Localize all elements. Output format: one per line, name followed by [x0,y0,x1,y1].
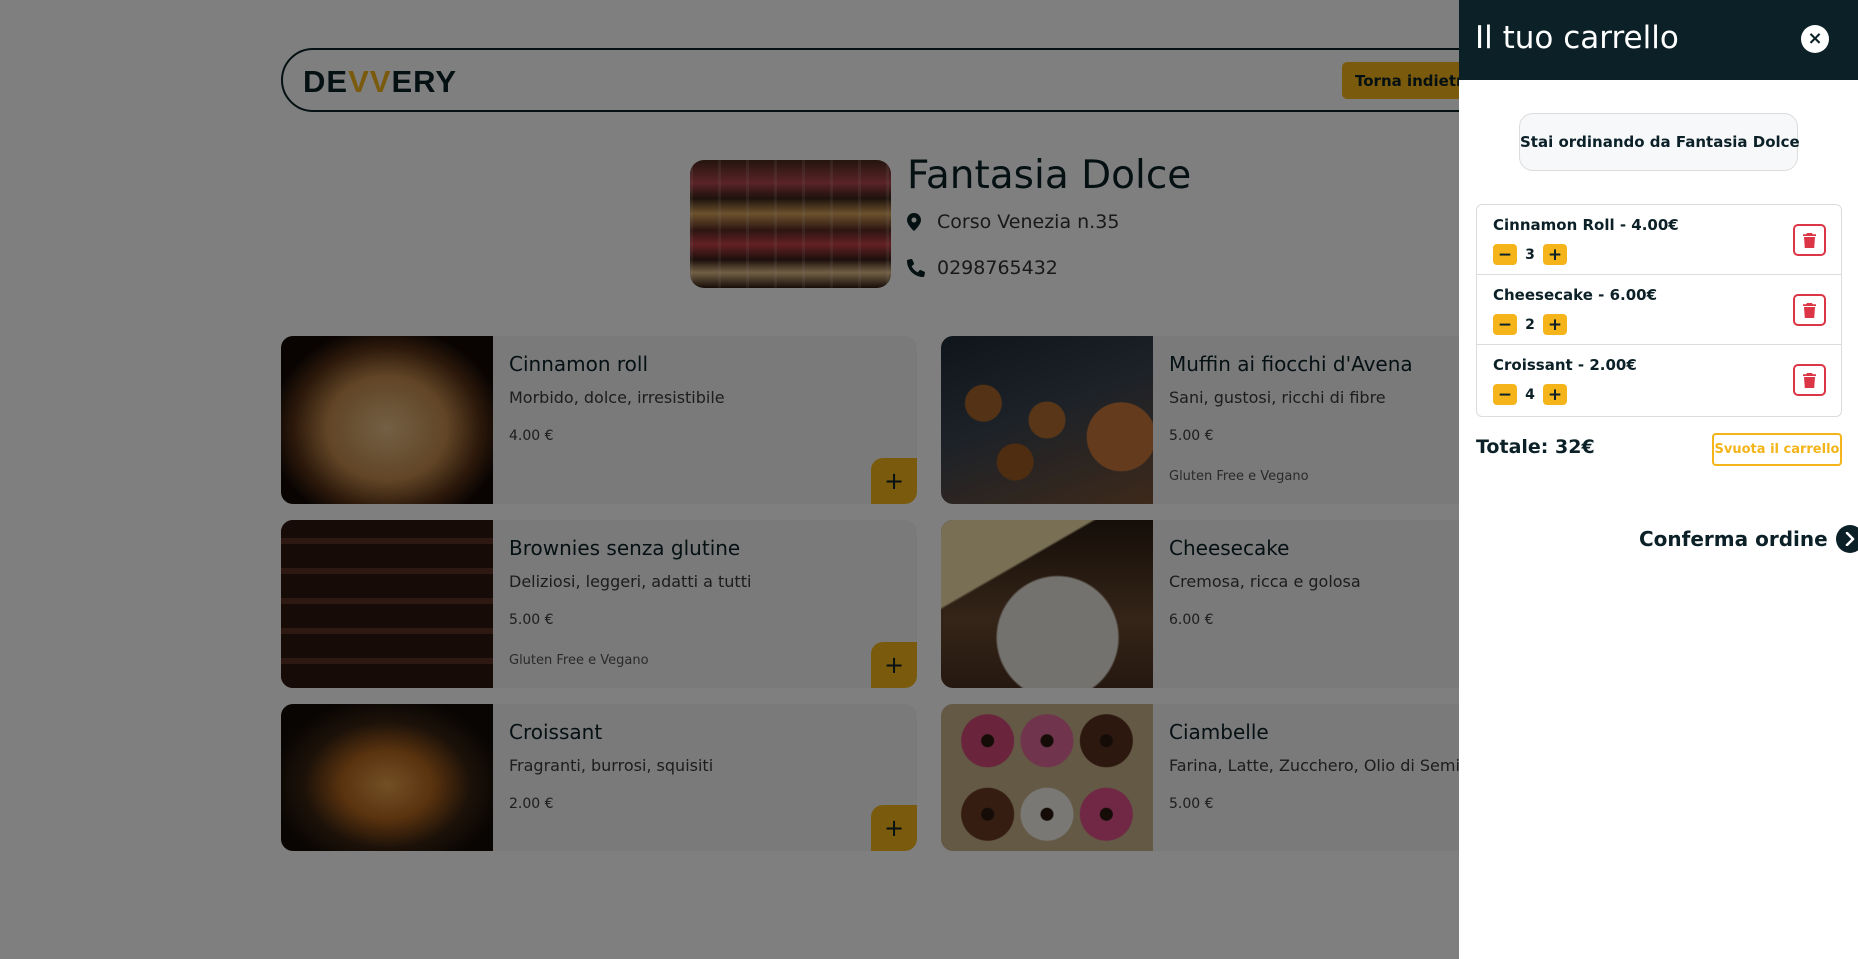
cart-item-label: Croissant - 2.00€ [1493,356,1637,374]
quantity-value: 4 [1525,386,1535,403]
cart-total: Totale: 32€ [1476,436,1595,458]
increase-quantity-button[interactable]: + [1543,384,1567,405]
quantity-value: 2 [1525,316,1535,333]
quantity-value: 3 [1525,246,1535,263]
decrease-quantity-button[interactable]: − [1493,384,1517,405]
confirm-order-button[interactable]: Conferma ordine [1639,525,1858,553]
cart-item: Cheesecake - 6.00€ − 2 + [1477,275,1841,345]
ordering-from-notice: Stai ordinando da Fantasia Dolce [1519,113,1800,171]
quantity-stepper: − 2 + [1493,314,1567,335]
quantity-stepper: − 3 + [1493,244,1567,265]
trash-icon [1803,373,1816,388]
increase-quantity-button[interactable]: + [1543,314,1567,335]
chevron-right-icon [1835,525,1858,553]
remove-item-button[interactable] [1793,364,1826,396]
empty-cart-button[interactable]: Svuota il carrello [1712,433,1842,466]
cart-item-label: Cinnamon Roll - 4.00€ [1493,216,1679,234]
remove-item-button[interactable] [1793,294,1826,326]
trash-icon [1803,233,1816,248]
cart-item: Cinnamon Roll - 4.00€ − 3 + [1477,205,1841,275]
confirm-order-label: Conferma ordine [1639,527,1828,551]
cart-item-list: Cinnamon Roll - 4.00€ − 3 + Cheesecake -… [1476,204,1842,417]
quantity-stepper: − 4 + [1493,384,1567,405]
remove-item-button[interactable] [1793,224,1826,256]
cart-item: Croissant - 2.00€ − 4 + [1477,345,1841,416]
decrease-quantity-button[interactable]: − [1493,244,1517,265]
increase-quantity-button[interactable]: + [1543,244,1567,265]
decrease-quantity-button[interactable]: − [1493,314,1517,335]
close-cart-button[interactable]: × [1801,25,1829,53]
cart-header: Il tuo carrello [1459,0,1858,80]
cart-title: Il tuo carrello [1475,20,1679,56]
cart-item-label: Cheesecake - 6.00€ [1493,286,1658,304]
trash-icon [1803,303,1816,318]
